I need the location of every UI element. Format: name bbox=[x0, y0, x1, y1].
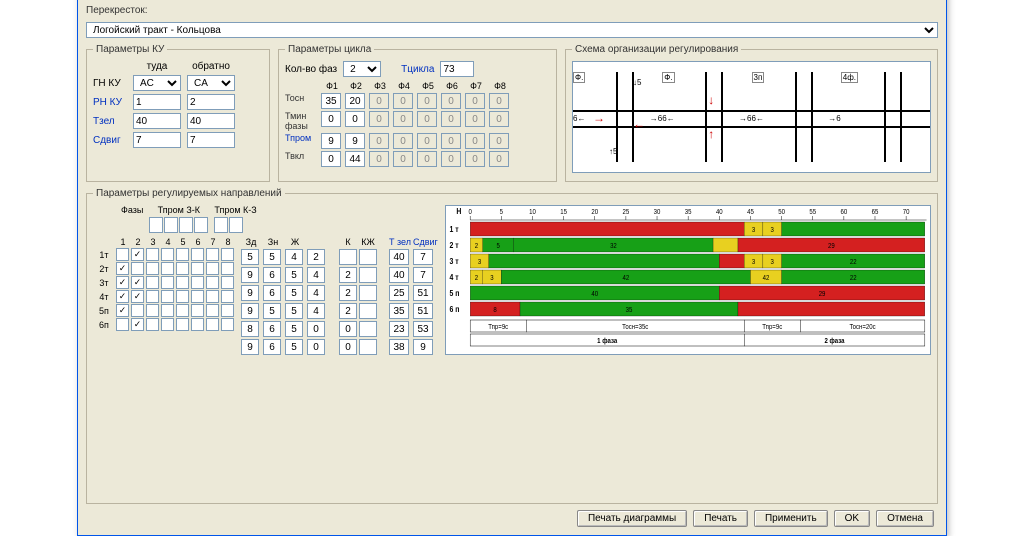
svg-text:29: 29 bbox=[819, 291, 826, 298]
tzel-obratno[interactable] bbox=[187, 113, 235, 129]
svg-text:4 т: 4 т bbox=[449, 273, 458, 283]
rn-ku-tuda[interactable] bbox=[133, 94, 181, 110]
apply-button[interactable]: Применить bbox=[754, 510, 828, 527]
sdvig-obratno[interactable] bbox=[187, 132, 235, 148]
tzel-label: Тзел bbox=[93, 116, 127, 127]
svg-text:10: 10 bbox=[529, 209, 536, 216]
svg-text:5 п: 5 п bbox=[449, 289, 459, 299]
ku-params-fieldset: Параметры КУ туда обратно ГН КУ AC CA РН… bbox=[86, 44, 270, 182]
svg-text:60: 60 bbox=[840, 209, 847, 216]
svg-text:42: 42 bbox=[763, 275, 770, 282]
svg-text:65: 65 bbox=[872, 209, 879, 216]
svg-text:45: 45 bbox=[747, 209, 754, 216]
svg-text:6 п: 6 п bbox=[449, 305, 459, 315]
rn-ku-label: РН КУ bbox=[93, 97, 127, 108]
svg-text:3: 3 bbox=[752, 259, 756, 266]
svg-text:Тпр=9с: Тпр=9с bbox=[488, 324, 509, 331]
print-diagram-button[interactable]: Печать диаграммы bbox=[577, 510, 687, 527]
svg-text:30: 30 bbox=[654, 209, 661, 216]
svg-text:32: 32 bbox=[610, 243, 617, 250]
svg-text:35: 35 bbox=[685, 209, 692, 216]
svg-text:3: 3 bbox=[490, 275, 494, 282]
svg-text:40: 40 bbox=[591, 291, 598, 298]
intersection-select[interactable]: Логойский тракт - Кольцова bbox=[86, 22, 938, 38]
cycle-params-fieldset: Параметры цикла Кол-во фаз 2 Тцикла Ф1Ф2… bbox=[278, 44, 557, 182]
phase-count-select[interactable]: 2 bbox=[343, 61, 381, 77]
svg-text:20: 20 bbox=[591, 209, 598, 216]
button-bar: Печать диаграммы Печать Применить OK Отм… bbox=[86, 504, 938, 527]
tzel-tuda[interactable] bbox=[133, 113, 181, 129]
app-window: Регулирование _ □ × Перекресток: Логойск… bbox=[77, 0, 947, 536]
svg-text:42: 42 bbox=[623, 275, 630, 282]
svg-text:70: 70 bbox=[903, 209, 910, 216]
print-button[interactable]: Печать bbox=[693, 510, 748, 527]
svg-text:5: 5 bbox=[497, 243, 501, 250]
cancel-button[interactable]: Отмена bbox=[876, 510, 934, 527]
svg-text:3: 3 bbox=[771, 227, 775, 234]
tprom-grid: ЗдЗнЖККЖТ зелСдвиг bbox=[241, 237, 435, 355]
rn-ku-obratno[interactable] bbox=[187, 94, 235, 110]
svg-text:29: 29 bbox=[828, 243, 835, 250]
gn-ku-label: ГН КУ bbox=[93, 78, 127, 89]
svg-text:0: 0 bbox=[469, 209, 473, 216]
scheme-diagram: Ф. 6← →6 → ← ↓5 ↑5 Ф. 6← →6 ↓ ↑ bbox=[572, 61, 931, 173]
svg-text:Тосн=20с: Тосн=20с bbox=[849, 324, 876, 331]
content-area: Перекресток: Логойский тракт - Кольцова … bbox=[78, 0, 946, 535]
intersection-row: Перекресток: bbox=[86, 5, 938, 16]
intersection-label: Перекресток: bbox=[86, 5, 148, 16]
phase-checks-grid: 123456781т✓2т✓3т✓✓4т✓✓5п✓6п✓ bbox=[93, 237, 235, 331]
svg-text:3 т: 3 т bbox=[449, 257, 458, 267]
svg-text:2: 2 bbox=[475, 275, 479, 282]
svg-text:22: 22 bbox=[850, 259, 857, 266]
gn-ku-obratno[interactable]: CA bbox=[187, 75, 235, 91]
svg-text:3: 3 bbox=[771, 259, 775, 266]
phase-grid: Ф1Ф2Ф3Ф4Ф5Ф6Ф7Ф8ТоснТмин фазыТпромТвкл bbox=[285, 81, 550, 167]
svg-text:1 т: 1 т bbox=[449, 225, 458, 235]
svg-text:2 т: 2 т bbox=[449, 241, 458, 251]
svg-text:3: 3 bbox=[752, 227, 756, 234]
timing-diagram: 0510152025303540455055606570Н1 т332 т253… bbox=[445, 205, 931, 355]
svg-text:Н: Н bbox=[456, 207, 461, 217]
directions-fieldset: Параметры регулируемых направлений Фазы … bbox=[86, 188, 938, 504]
svg-text:8: 8 bbox=[493, 307, 497, 314]
svg-text:3: 3 bbox=[478, 259, 482, 266]
svg-text:25: 25 bbox=[623, 209, 630, 216]
svg-text:2: 2 bbox=[475, 243, 479, 250]
sdvig-label: Сдвиг bbox=[93, 135, 127, 146]
svg-text:35: 35 bbox=[626, 307, 633, 314]
svg-text:Тосн=35с: Тосн=35с bbox=[622, 324, 649, 331]
ok-button[interactable]: OK bbox=[834, 510, 870, 527]
svg-text:55: 55 bbox=[809, 209, 816, 216]
svg-text:22: 22 bbox=[850, 275, 857, 282]
gn-ku-tuda[interactable]: AC bbox=[133, 75, 181, 91]
svg-text:Тпр=9с: Тпр=9с bbox=[762, 324, 783, 331]
svg-text:2 фаза: 2 фаза bbox=[824, 338, 844, 345]
svg-text:40: 40 bbox=[716, 209, 723, 216]
svg-text:15: 15 bbox=[560, 209, 567, 216]
svg-text:50: 50 bbox=[778, 209, 785, 216]
tcycle-input[interactable] bbox=[440, 61, 474, 77]
svg-text:1 фаза: 1 фаза bbox=[597, 338, 617, 345]
sdvig-tuda[interactable] bbox=[133, 132, 181, 148]
svg-text:5: 5 bbox=[500, 209, 504, 216]
scheme-fieldset: Схема организации регулирования Ф. 6← →6… bbox=[565, 44, 938, 182]
